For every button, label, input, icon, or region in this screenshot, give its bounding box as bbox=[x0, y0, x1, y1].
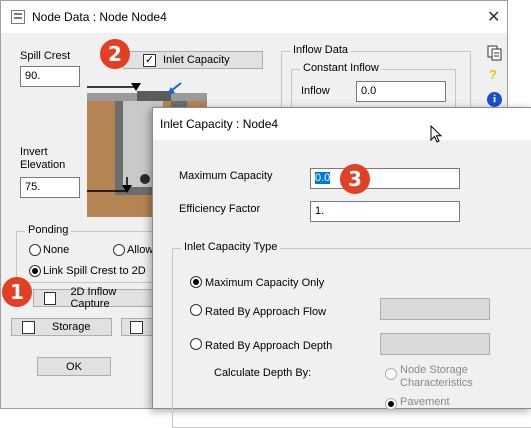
pavement-radio[interactable] bbox=[385, 398, 397, 410]
node-data-title: Node Data : Node Node4 bbox=[32, 10, 167, 24]
node-storage-label-line2: Characteristics bbox=[400, 377, 473, 389]
ponding-allow-radio[interactable] bbox=[113, 244, 125, 256]
annotation-badge-3: 3 bbox=[340, 164, 370, 194]
efficiency-factor-label: Efficiency Factor bbox=[179, 203, 261, 215]
inlet-capacity-toggle[interactable]: ✓ Inlet Capacity bbox=[123, 51, 263, 69]
approach-flow-label: Rated By Approach Flow bbox=[205, 306, 327, 318]
invert-elevation-input[interactable]: 75. bbox=[20, 177, 80, 198]
mouse-cursor-icon bbox=[430, 124, 444, 145]
help-icon[interactable]: ? bbox=[489, 67, 503, 83]
calculate-depth-by-label: Calculate Depth By: bbox=[214, 367, 312, 379]
approach-depth-table-button[interactable] bbox=[380, 333, 490, 355]
close-icon[interactable]: ✕ bbox=[487, 7, 500, 27]
app-icon bbox=[11, 10, 25, 24]
maximum-capacity-label: Maximum Capacity bbox=[179, 170, 273, 182]
approach-depth-label: Rated By Approach Depth bbox=[205, 340, 333, 352]
invert-label-line1: Invert bbox=[20, 146, 48, 158]
ok-label: OK bbox=[66, 360, 82, 373]
inflow-capture-toggle[interactable]: 2D Inflow Capture bbox=[33, 286, 155, 310]
maximum-capacity-selected-text: 0.0 bbox=[315, 172, 331, 184]
node-data-titlebar: Node Data : Node Node4 ✕ bbox=[1, 1, 507, 33]
info-icon[interactable]: i bbox=[487, 92, 502, 107]
inlet-capacity-checkbox[interactable]: ✓ bbox=[143, 53, 156, 67]
pavement-label: Pavement bbox=[400, 396, 450, 408]
efficiency-factor-input[interactable]: 1. bbox=[310, 201, 460, 222]
spill-crest-input[interactable]: 90. bbox=[20, 66, 80, 87]
node-storage-label-line1: Node Storage bbox=[400, 364, 468, 376]
maximum-capacity-input[interactable]: 0.0 bbox=[310, 168, 460, 189]
ponding-allow-label: Allow bbox=[127, 244, 154, 256]
ponding-title: Ponding bbox=[25, 224, 72, 236]
storage-label: Storage bbox=[52, 321, 91, 333]
copy-icon[interactable] bbox=[487, 45, 503, 61]
max-capacity-only-label: Maximum Capacity Only bbox=[205, 277, 325, 289]
inflow-input[interactable]: 0.0 bbox=[356, 81, 446, 102]
inflow-capture-checkbox[interactable] bbox=[44, 291, 57, 305]
inlet-capacity-window: Inlet Capacity : Node4 Maximum Capacity … bbox=[152, 107, 531, 428]
approach-flow-radio[interactable] bbox=[190, 304, 202, 316]
second-checkbox[interactable] bbox=[130, 320, 143, 334]
inlet-capacity-titlebar: Inlet Capacity : Node4 bbox=[153, 108, 531, 140]
annotation-badge-1: 1 bbox=[2, 277, 32, 307]
inflow-data-title: Inflow Data bbox=[290, 44, 352, 56]
inlet-capacity-title: Inlet Capacity : Node4 bbox=[160, 117, 279, 131]
max-capacity-only-radio[interactable] bbox=[190, 276, 202, 288]
ok-button[interactable]: OK bbox=[37, 357, 111, 376]
invert-label-line2: Elevation bbox=[20, 159, 66, 171]
inflow-capture-label: 2D Inflow Capture bbox=[70, 286, 117, 310]
storage-toggle[interactable]: Storage bbox=[11, 318, 112, 336]
inflow-label: Inflow bbox=[301, 85, 330, 97]
ponding-none-label: None bbox=[43, 244, 70, 256]
ponding-link-radio[interactable] bbox=[29, 265, 41, 277]
inlet-capacity-type-title: Inlet Capacity Type bbox=[181, 241, 281, 253]
node-storage-radio[interactable] bbox=[385, 368, 397, 380]
inlet-capacity-label: Inlet Capacity bbox=[163, 54, 230, 66]
ponding-link-label: Link Spill Crest to 2D bbox=[43, 265, 146, 277]
constant-inflow-title: Constant Inflow bbox=[300, 62, 382, 74]
approach-depth-radio[interactable] bbox=[190, 338, 202, 350]
approach-flow-table-button[interactable] bbox=[380, 298, 490, 320]
storage-checkbox[interactable] bbox=[22, 320, 35, 334]
annotation-badge-2: 2 bbox=[100, 39, 130, 69]
spill-crest-label: Spill Crest bbox=[20, 50, 71, 62]
ponding-none-radio[interactable] bbox=[29, 244, 41, 256]
